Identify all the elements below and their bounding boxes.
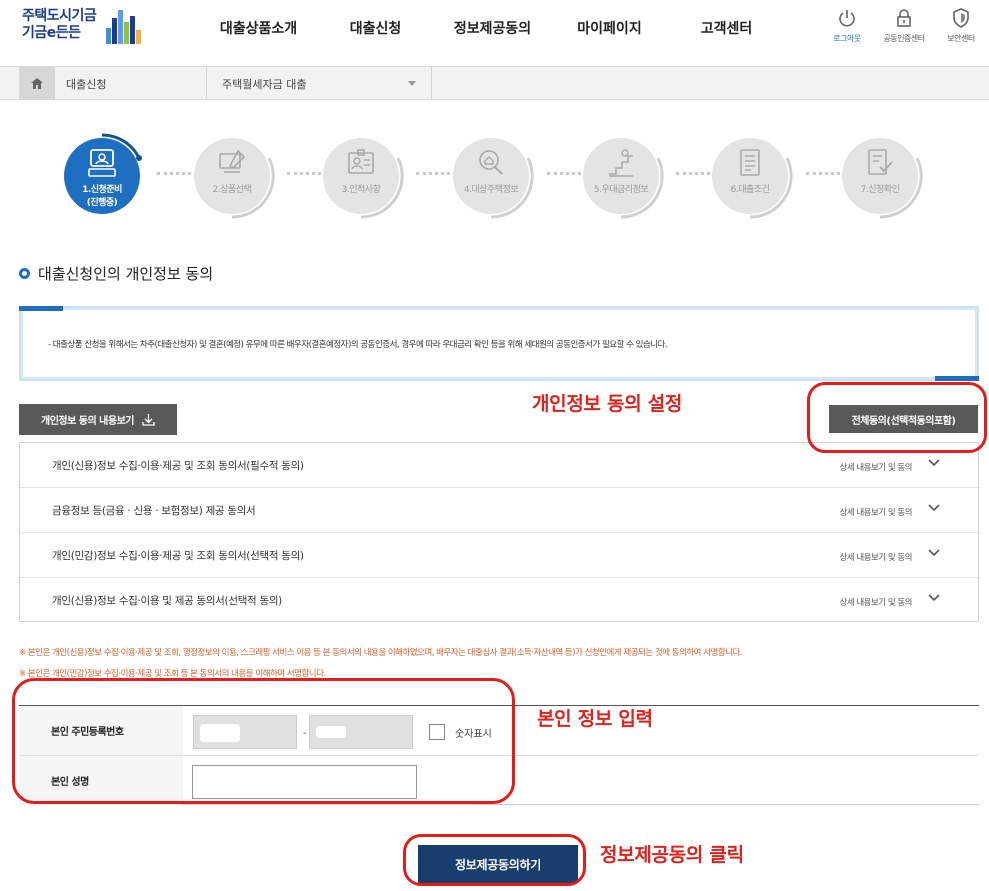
circle-bullet-icon (19, 268, 30, 279)
logo-mark-icon (106, 10, 141, 44)
step-2-label: 2.상품선택 (212, 185, 252, 195)
consent-detail-link[interactable]: 상세 내용보기 및 동의 (840, 551, 913, 563)
view-consent-button[interactable]: 개인정보 동의 내용보기 (19, 404, 177, 435)
shield-icon (953, 8, 969, 28)
nav-info-consent[interactable]: 정보제공동의 (434, 18, 551, 38)
step-4-label: 4.대상주택정보 (463, 185, 519, 195)
notice-box: - 대출상품 신청을 위해서는 차주(대출신청자) 및 결혼(예정) 유무에 따… (19, 306, 979, 381)
rate-stairs-icon (609, 149, 633, 177)
chevron-down-icon[interactable] (408, 81, 416, 86)
computer-user-icon (88, 149, 116, 177)
consent-item[interactable]: 개인(신용)정보 수집·이용 및 제공 동의서(선택적 동의) 상세 내용보기 … (20, 578, 978, 623)
step-3: 3.인적사항 (323, 138, 404, 219)
step-7-label: 7.신청확인 (860, 185, 900, 195)
consent-item[interactable]: 개인(민감)정보 수집·이용·제공 및 조회 동의서(선택적 동의) 상세 내용… (20, 533, 978, 578)
nav-loan-apply[interactable]: 대출신청 (317, 18, 434, 38)
consent-detail-link[interactable]: 상세 내용보기 및 동의 (840, 461, 913, 473)
logout-label: 로그아웃 (833, 34, 861, 43)
consent-list: 개인(신용)정보 수집·이용·제공 및 조회 동의서(필수적 동의) 상세 내용… (19, 442, 979, 622)
chevron-down-icon[interactable] (928, 594, 940, 602)
cert-center-button[interactable]: 공동인증센터 (874, 8, 934, 44)
lock-icon (897, 9, 911, 27)
download-icon (142, 413, 155, 426)
consent-item[interactable]: 금융정보 등(금융 · 신용 · 보험정보) 제공 동의서 상세 내용보기 및 … (20, 488, 978, 533)
home-icon (31, 78, 43, 89)
search-house-icon (479, 150, 503, 175)
section-title: 대출신청인의 개인정보 동의 (19, 263, 213, 284)
annotation-identity-input: 본인 정보 입력 (537, 708, 653, 730)
warning-text-1: ※ 본인은 개인(신용)정보 수집·이용·제공 및 조회, 행정정보의 이용, … (19, 648, 743, 658)
notice-text: - 대출상품 신청을 위해서는 차주(대출신청자) 및 결혼(예정) 유무에 따… (48, 340, 668, 350)
site-header: 주택도시기금 기금e든든 대출상품소개 대출신청 정보제공동의 마이페이지 고객… (0, 0, 989, 66)
consent-title: 금융정보 등(금융 · 신용 · 보험정보) 제공 동의서 (52, 505, 256, 517)
nav-my-page[interactable]: 마이페이지 (551, 18, 668, 38)
step-6: 6.대출조건 (712, 138, 793, 219)
logo-line1: 주택도시기금 (22, 8, 97, 24)
highlight-identity-form (12, 678, 515, 804)
id-card-icon (348, 149, 374, 174)
document-check-icon (868, 149, 893, 175)
annotation-consent-setting: 개인정보 동의 설정 (532, 393, 683, 415)
document-list-icon (740, 149, 760, 176)
security-center-button[interactable]: 보안센터 (931, 8, 989, 44)
step-4: 4.대상주택정보 (453, 138, 534, 219)
chevron-down-icon[interactable] (928, 504, 940, 512)
step-7: 7.신청확인 (842, 138, 923, 219)
step-5-label: 5.우대금리정보 (593, 185, 649, 195)
step-1-sub: (진행중) (86, 198, 118, 208)
power-icon (839, 10, 855, 27)
chevron-down-icon[interactable] (928, 549, 940, 557)
consent-title: 개인(신용)정보 수집·이용 및 제공 동의서(선택적 동의) (52, 595, 282, 607)
step-1-label: 1.신청준비 (82, 185, 122, 195)
breadcrumb-current[interactable]: 대출신청 (66, 76, 106, 92)
highlight-agree-all (807, 382, 987, 453)
nav-customer-center[interactable]: 고객센터 (668, 18, 785, 38)
consent-detail-link[interactable]: 상세 내용보기 및 동의 (840, 596, 913, 608)
logo-line2: 기금e든든 (22, 25, 81, 41)
home-button[interactable] (19, 67, 55, 100)
nav-loan-products[interactable]: 대출상품소개 (200, 18, 317, 38)
security-center-label: 보안센터 (947, 34, 975, 43)
step-1: 1.신청준비 (진행중) (64, 133, 142, 214)
step-5: 5.우대금리정보 (583, 138, 664, 219)
step-6-label: 6.대출조건 (730, 185, 770, 195)
main-nav: 대출상품소개 대출신청 정보제공동의 마이페이지 고객센터 (200, 18, 785, 38)
breadcrumb: 대출신청 주택월세자금 대출 (0, 66, 989, 100)
consent-title: 개인(민감)정보 수집·이용·제공 및 조회 동의서(선택적 동의) (52, 550, 304, 562)
product-select[interactable]: 주택월세자금 대출 (222, 76, 306, 92)
product-select-icon (219, 149, 246, 173)
step-3-label: 3.인적사항 (341, 185, 381, 195)
highlight-submit (403, 834, 586, 886)
logout-button[interactable]: 로그아웃 (817, 8, 877, 44)
logo[interactable]: 주택도시기금 기금e든든 (22, 8, 142, 48)
consent-title: 개인(신용)정보 수집·이용·제공 및 조회 동의서(필수적 동의) (52, 460, 304, 472)
annotation-submit-click: 정보제공동의 클릭 (600, 844, 744, 866)
chevron-down-icon[interactable] (928, 459, 940, 467)
consent-detail-link[interactable]: 상세 내용보기 및 동의 (840, 506, 913, 518)
cert-center-label: 공동인증센터 (883, 34, 925, 43)
step-2: 2.상품선택 (194, 138, 275, 219)
